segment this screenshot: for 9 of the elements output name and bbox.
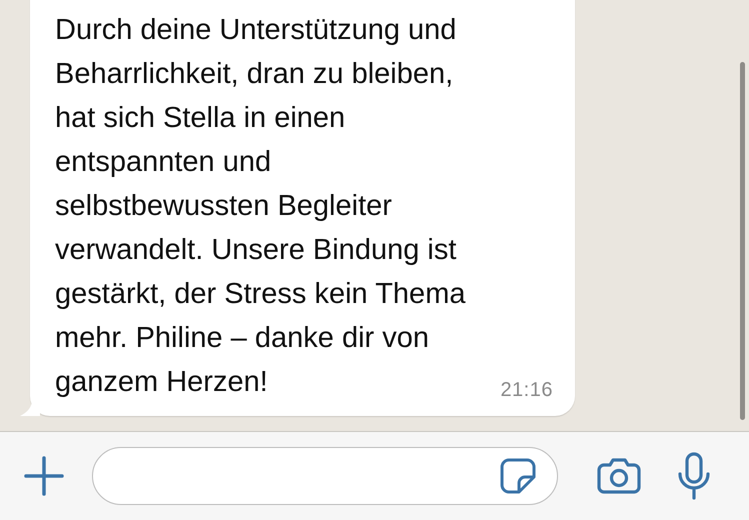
add-button[interactable] xyxy=(22,454,66,498)
microphone-button[interactable] xyxy=(676,451,712,501)
message-time: 21:16 xyxy=(500,379,553,402)
sticker-icon xyxy=(499,457,537,495)
camera-button[interactable] xyxy=(596,456,642,496)
camera-icon xyxy=(596,456,642,496)
message-text: Durch deine Unterstützung und Beharrlichkeit, dran zu bleiben, hat sich Stella in einen entspannten und selbstbewussten Begleiter verwandelt. Unsere Bindung ist gestärkt, der Stress kein Thema mehr. Philine – danke dir von ganzem Herzen! xyxy=(55,13,466,400)
microphone-icon xyxy=(676,451,712,501)
plus-icon xyxy=(22,454,66,498)
